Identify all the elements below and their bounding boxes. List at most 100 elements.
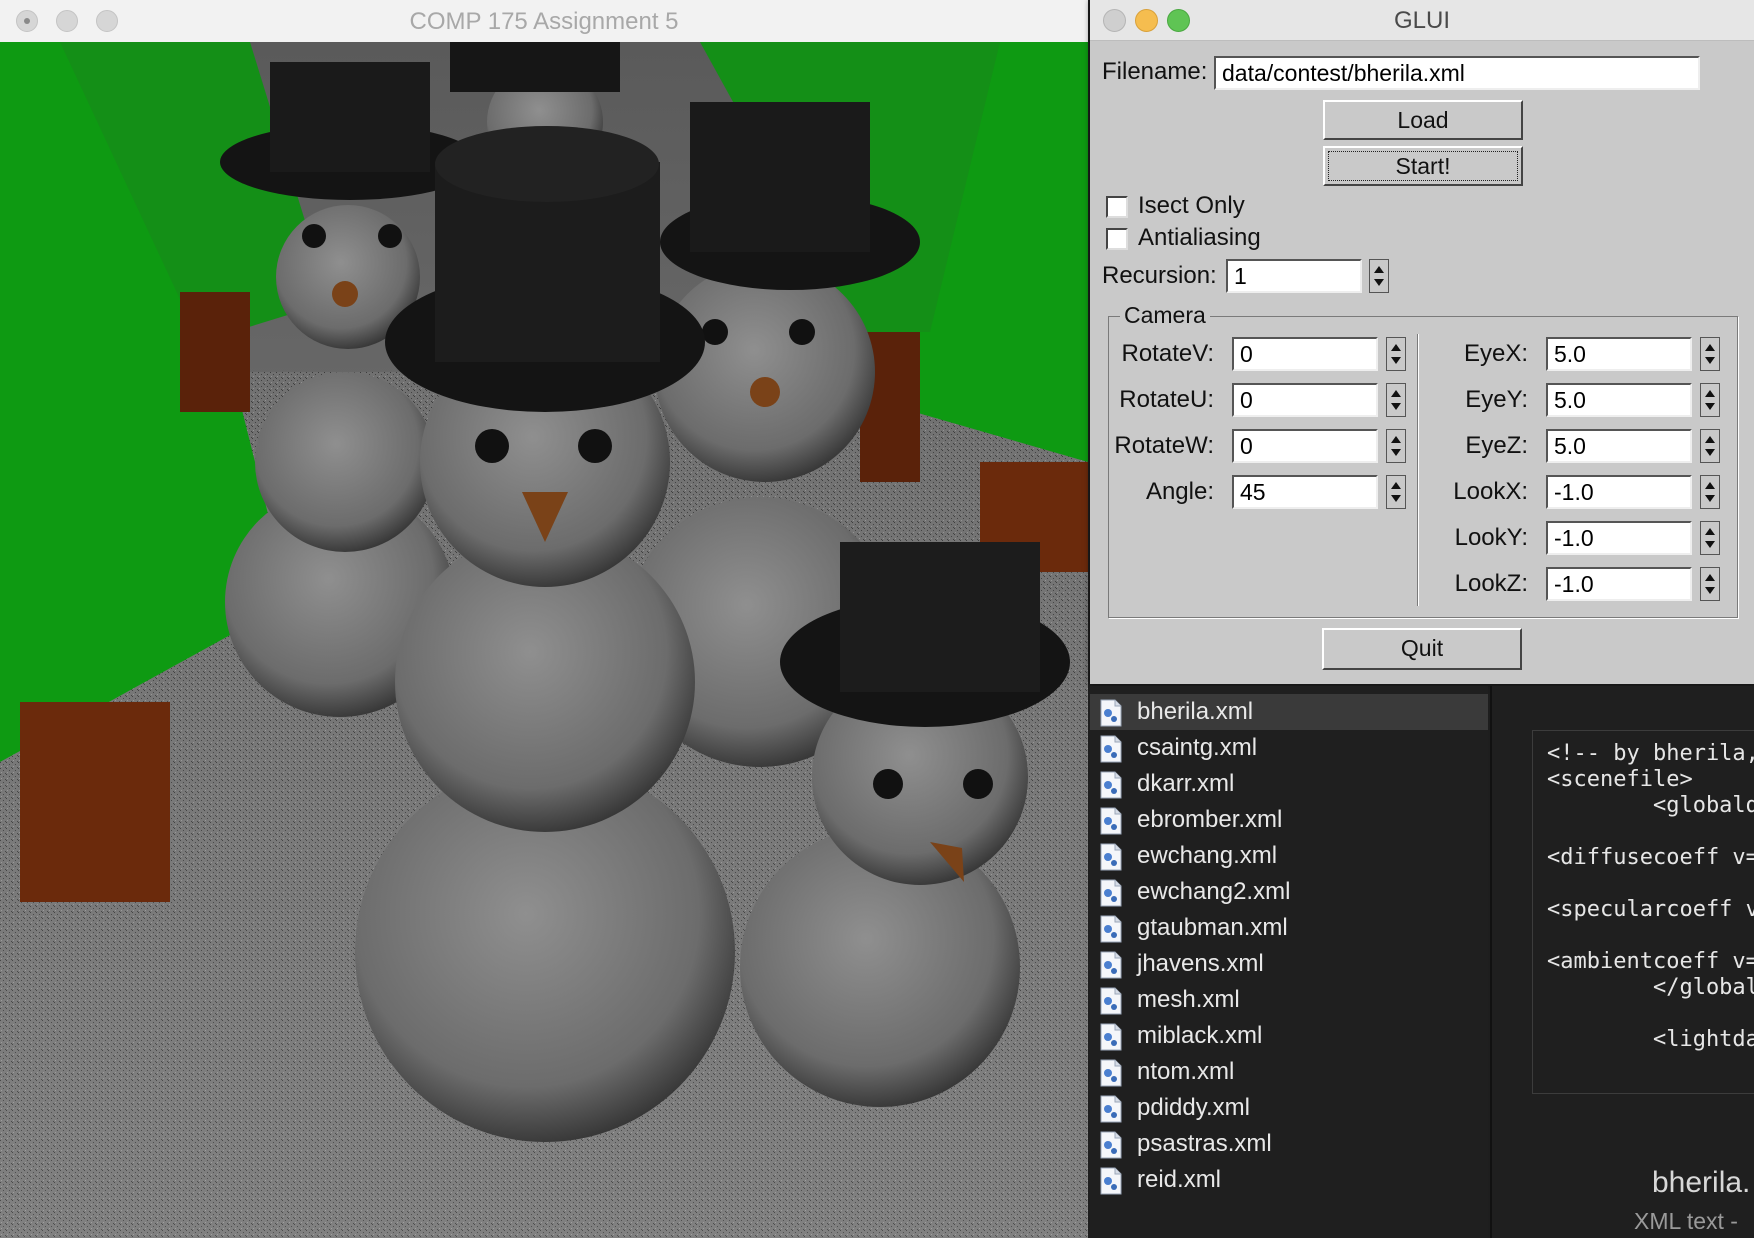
file-list-item[interactable]: gtaubman.xml	[1090, 910, 1488, 946]
look-y-input[interactable]: -1.0	[1546, 521, 1692, 555]
eye-y-label: EyeY:	[1465, 386, 1528, 413]
look-z-label: LookZ:	[1454, 570, 1528, 597]
file-preview-pane: <!-- by bherila, <scenefile> <globalda <di…	[1492, 686, 1754, 1238]
code-line: <lightdat	[1547, 1027, 1754, 1052]
file-list-item[interactable]: dkarr.xml	[1090, 766, 1488, 802]
render-window-titlebar: COMP 175 Assignment 5	[0, 0, 1088, 43]
start-button[interactable]: Start!	[1323, 146, 1523, 186]
angle-spinner[interactable]	[1386, 475, 1406, 509]
eye-x-input[interactable]: 5.0	[1546, 337, 1692, 371]
preview-file-name: bherila.	[1652, 1166, 1751, 1199]
filename-input[interactable]: data/contest/bherila.xml	[1214, 56, 1700, 90]
xml-file-icon	[1100, 879, 1122, 907]
camera-panel-title: Camera	[1120, 302, 1210, 329]
code-line: <specularcoeff v	[1547, 897, 1754, 922]
code-line: <diffusecoeff v=	[1547, 845, 1754, 870]
look-x-label: LookX:	[1453, 478, 1528, 505]
xml-file-icon	[1100, 1023, 1122, 1051]
file-list-item-label: jhavens.xml	[1137, 950, 1264, 977]
angle-input[interactable]: 45	[1232, 475, 1378, 509]
file-list-item[interactable]: csaintg.xml	[1090, 730, 1488, 766]
code-line: </globalda	[1652, 975, 1754, 1000]
xml-file-icon	[1100, 699, 1122, 727]
camera-divider	[1417, 334, 1418, 606]
ray-traced-render-canvas[interactable]	[0, 42, 1088, 1238]
file-list-item[interactable]: psastras.xml	[1090, 1126, 1488, 1162]
code-line: <globalda	[1547, 793, 1754, 818]
file-list-item[interactable]: ewchang2.xml	[1090, 874, 1488, 910]
code-line: <ambientcoeff v=	[1547, 949, 1754, 974]
quit-button[interactable]: Quit	[1322, 628, 1522, 670]
isect-only-label: Isect Only	[1138, 192, 1245, 219]
file-list-item-label: reid.xml	[1137, 1166, 1222, 1193]
code-line: <!-- by bherila,	[1547, 741, 1754, 766]
rotate-v-spinner[interactable]	[1386, 337, 1406, 371]
rotate-w-input[interactable]: 0	[1232, 429, 1378, 463]
file-list-item-label: gtaubman.xml	[1137, 914, 1288, 941]
code-line: <scenefile>	[1547, 767, 1693, 792]
eye-x-label: EyeX:	[1463, 340, 1528, 367]
xml-file-icon	[1100, 1059, 1122, 1087]
file-list-item[interactable]: pdiddy.xml	[1090, 1090, 1488, 1126]
file-list-item-label: bherila.xml	[1137, 698, 1254, 725]
eye-y-input[interactable]: 5.0	[1546, 383, 1692, 417]
eye-z-label: EyeZ:	[1465, 432, 1528, 459]
file-list-item-label: pdiddy.xml	[1137, 1094, 1250, 1121]
file-list-item[interactable]: mesh.xml	[1090, 982, 1488, 1018]
xml-code-preview: <!-- by bherila, <scenefile> <globalda <di…	[1532, 730, 1754, 1094]
rotate-v-input[interactable]: 0	[1232, 337, 1378, 371]
eye-z-spinner[interactable]	[1700, 429, 1720, 463]
eye-x-spinner[interactable]	[1700, 337, 1720, 371]
angle-label: Angle:	[1145, 478, 1214, 505]
glui-window: GLUI Filename: data/contest/bherila.xml …	[1090, 0, 1754, 684]
xml-file-icon	[1100, 987, 1122, 1015]
file-list-item[interactable]: miblack.xml	[1090, 1018, 1488, 1054]
preview-file-kind: XML text -	[1634, 1208, 1738, 1234]
load-button[interactable]: Load	[1323, 100, 1523, 140]
rotate-u-label: RotateU:	[1119, 386, 1214, 413]
file-list-item-label: mesh.xml	[1137, 986, 1240, 1013]
xml-file-icon	[1100, 1167, 1122, 1195]
rotate-v-label: RotateV:	[1121, 340, 1215, 367]
recursion-label: Recursion:	[1102, 262, 1217, 289]
file-list-item[interactable]: reid.xml	[1090, 1162, 1488, 1198]
file-list-item-label: csaintg.xml	[1137, 734, 1258, 761]
antialiasing-checkbox[interactable]	[1106, 228, 1128, 250]
antialiasing-label: Antialiasing	[1138, 224, 1261, 251]
look-z-spinner[interactable]	[1700, 567, 1720, 601]
eye-y-spinner[interactable]	[1700, 383, 1720, 417]
xml-file-icon	[1100, 843, 1122, 871]
file-list-item-label: dkarr.xml	[1137, 770, 1235, 797]
look-z-input[interactable]: -1.0	[1546, 567, 1692, 601]
file-list-item[interactable]: ntom.xml	[1090, 1054, 1488, 1090]
look-x-spinner[interactable]	[1700, 475, 1720, 509]
look-y-label: LookY:	[1454, 524, 1528, 551]
xml-file-icon	[1100, 1095, 1122, 1123]
recursion-input[interactable]: 1	[1226, 259, 1362, 293]
render-window: COMP 175 Assignment 5	[0, 0, 1088, 1238]
file-list-item[interactable]: ebromber.xml	[1090, 802, 1488, 838]
file-list: bherila.xml csaintg.xml dkarr.xml ebromber.…	[1090, 686, 1488, 1238]
file-list-item-label: ewchang.xml	[1137, 842, 1278, 869]
file-list-item[interactable]: jhavens.xml	[1090, 946, 1488, 982]
look-x-input[interactable]: -1.0	[1546, 475, 1692, 509]
file-list-item-label: ewchang2.xml	[1137, 878, 1291, 905]
file-list-item-label: psastras.xml	[1137, 1130, 1272, 1157]
glui-titlebar: GLUI	[1090, 0, 1754, 41]
rotate-u-input[interactable]: 0	[1232, 383, 1378, 417]
file-list-item-label: ntom.xml	[1137, 1058, 1235, 1085]
recursion-spinner[interactable]	[1369, 259, 1389, 293]
file-list-item-label: miblack.xml	[1137, 1022, 1263, 1049]
eye-z-input[interactable]: 5.0	[1546, 429, 1692, 463]
file-list-item-label: ebromber.xml	[1137, 806, 1283, 833]
look-y-spinner[interactable]	[1700, 521, 1720, 555]
xml-file-icon	[1100, 915, 1122, 943]
isect-only-checkbox[interactable]	[1106, 196, 1128, 218]
xml-file-icon	[1100, 951, 1122, 979]
file-list-item[interactable]: bherila.xml	[1090, 694, 1488, 730]
window-title: GLUI	[1393, 7, 1450, 34]
rotate-w-spinner[interactable]	[1386, 429, 1406, 463]
rotate-u-spinner[interactable]	[1386, 383, 1406, 417]
file-list-item[interactable]: ewchang.xml	[1090, 838, 1488, 874]
xml-file-icon	[1100, 807, 1122, 835]
